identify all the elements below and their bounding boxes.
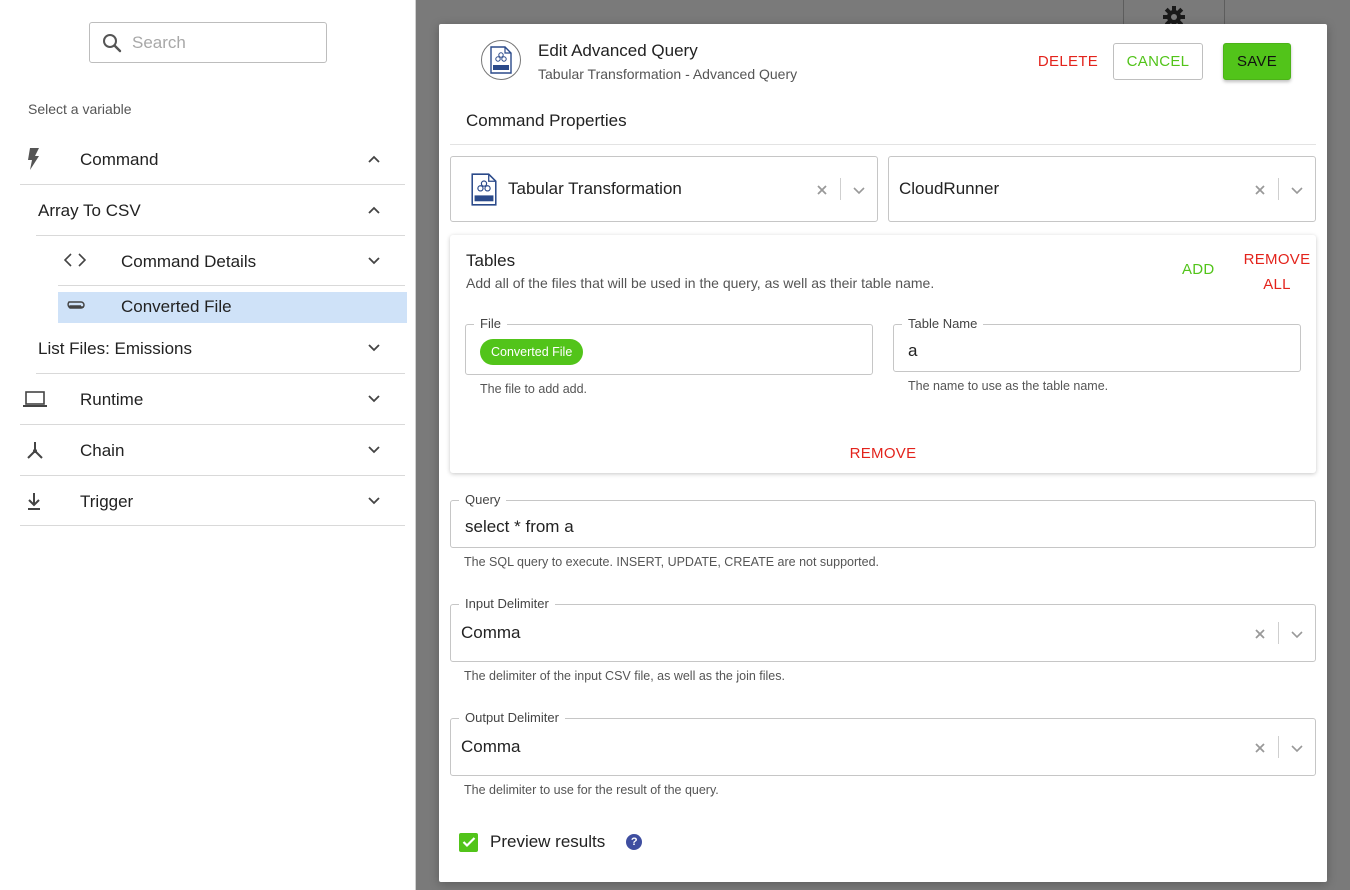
output-delimiter-select[interactable]: Output Delimiter Comma bbox=[450, 711, 1316, 776]
chevron-down-icon[interactable] bbox=[367, 443, 381, 457]
dialog-subtitle: Tabular Transformation - Advanced Query bbox=[538, 66, 798, 82]
chevron-down-icon[interactable] bbox=[851, 182, 867, 198]
close-icon[interactable] bbox=[1253, 183, 1267, 197]
lightning-icon bbox=[26, 148, 42, 170]
chain-icon bbox=[24, 440, 46, 460]
table-name-legend: Table Name bbox=[902, 317, 984, 331]
tables-title: Tables bbox=[466, 251, 516, 270]
command-select-value: Tabular Transformation bbox=[508, 179, 682, 198]
remove-all-button[interactable]: REMOVE ALL bbox=[1238, 247, 1316, 297]
runner-select[interactable]: CloudRunner bbox=[888, 156, 1316, 222]
chevron-down-icon[interactable] bbox=[367, 254, 381, 268]
select-variable-label: Select a variable bbox=[28, 101, 132, 117]
command-select[interactable]: Tabular Transformation bbox=[450, 156, 878, 222]
query-input[interactable]: select * from a bbox=[465, 517, 574, 537]
chevron-down-icon[interactable] bbox=[1289, 740, 1305, 756]
select-separator bbox=[1278, 622, 1279, 644]
query-legend: Query bbox=[459, 493, 507, 507]
input-delimiter-helper-text: The delimiter of the input CSV file, as … bbox=[464, 669, 785, 683]
converted-file-chip[interactable]: Converted File bbox=[480, 339, 584, 365]
tab-file-icon bbox=[481, 40, 521, 80]
remove-table-button[interactable]: REMOVE bbox=[830, 445, 936, 462]
sidebar-item-label: Trigger bbox=[80, 492, 134, 511]
add-table-button[interactable]: ADD bbox=[1182, 261, 1215, 278]
check-icon bbox=[462, 837, 475, 848]
search-input[interactable] bbox=[132, 32, 312, 53]
download-icon bbox=[24, 491, 44, 511]
tables-card: Tables Add all of the files that will be… bbox=[450, 235, 1316, 473]
output-delimiter-helper-text: The delimiter to use for the result of t… bbox=[464, 783, 719, 797]
sidebar-item-label: List Files: Emissions bbox=[38, 339, 192, 358]
chevron-down-icon[interactable] bbox=[1289, 626, 1305, 642]
search-box[interactable] bbox=[89, 22, 327, 63]
select-separator bbox=[840, 178, 841, 200]
edit-advanced-query-dialog: Edit Advanced Query Tabular Transformati… bbox=[439, 24, 1327, 882]
select-separator bbox=[1278, 736, 1279, 758]
delete-button[interactable]: DELETE bbox=[1019, 43, 1117, 80]
section-divider bbox=[450, 144, 1316, 145]
chevron-up-icon[interactable] bbox=[367, 152, 381, 166]
output-delimiter-legend: Output Delimiter bbox=[459, 711, 565, 725]
close-icon[interactable] bbox=[1253, 627, 1267, 641]
preview-results-label: Preview results bbox=[490, 832, 606, 851]
file-legend: File bbox=[474, 317, 507, 331]
sidebar-item-runtime[interactable]: Runtime bbox=[20, 374, 405, 425]
tables-description: Add all of the files that will be used i… bbox=[466, 275, 935, 291]
laptop-icon bbox=[22, 390, 48, 408]
input-delimiter-value: Comma bbox=[461, 623, 521, 642]
table-name-input[interactable]: a bbox=[908, 341, 917, 361]
variable-sidebar: Select a variable Command Array To CSV C… bbox=[0, 0, 416, 890]
sidebar-item-label: Command bbox=[80, 150, 159, 169]
search-icon bbox=[103, 33, 122, 52]
sidebar-item-label: Converted File bbox=[121, 297, 232, 316]
sidebar-item-command[interactable]: Command bbox=[20, 134, 405, 185]
sidebar-item-array-to-csv[interactable]: Array To CSV bbox=[36, 185, 405, 236]
sidebar-item-label: Command Details bbox=[121, 252, 257, 271]
sidebar-item-command-details[interactable]: Command Details bbox=[58, 236, 405, 286]
sidebar-item-label: Runtime bbox=[80, 390, 144, 409]
input-delimiter-select[interactable]: Input Delimiter Comma bbox=[450, 597, 1316, 662]
query-helper-text: The SQL query to execute. INSERT, UPDATE… bbox=[464, 555, 879, 569]
runner-select-value: CloudRunner bbox=[899, 179, 1000, 198]
sidebar-item-converted-file[interactable]: Converted File bbox=[58, 292, 407, 323]
save-button[interactable]: SAVE bbox=[1223, 43, 1291, 80]
close-icon[interactable] bbox=[1253, 741, 1267, 755]
chevron-down-icon[interactable] bbox=[367, 494, 381, 508]
sidebar-item-list-files-emissions[interactable]: List Files: Emissions bbox=[36, 323, 405, 374]
preview-results-checkbox[interactable] bbox=[459, 832, 478, 852]
dialog-title: Edit Advanced Query bbox=[538, 41, 698, 60]
table-name-field[interactable]: Table Name a bbox=[893, 317, 1301, 372]
chevron-down-icon[interactable] bbox=[1289, 182, 1305, 198]
close-icon[interactable] bbox=[815, 183, 829, 197]
sidebar-item-chain[interactable]: Chain bbox=[20, 425, 405, 476]
sidebar-item-label: Array To CSV bbox=[38, 201, 141, 220]
chevron-down-icon[interactable] bbox=[367, 392, 381, 406]
input-delimiter-legend: Input Delimiter bbox=[459, 597, 555, 611]
table-name-helper-text: The name to use as the table name. bbox=[908, 379, 1109, 393]
help-icon[interactable]: ? bbox=[626, 834, 643, 850]
select-separator bbox=[1278, 178, 1279, 200]
query-field[interactable]: Query select * from a bbox=[450, 493, 1316, 548]
paperclip-icon bbox=[64, 299, 86, 315]
preview-results-row: Preview results ? bbox=[459, 832, 643, 852]
chevron-down-icon[interactable] bbox=[367, 341, 381, 355]
code-icon bbox=[64, 251, 86, 269]
tab-file-icon bbox=[471, 173, 497, 211]
command-properties-heading: Command Properties bbox=[466, 111, 627, 130]
sidebar-item-trigger[interactable]: Trigger bbox=[20, 476, 405, 526]
file-helper-text: The file to add add. bbox=[480, 382, 588, 396]
output-delimiter-value: Comma bbox=[461, 737, 521, 756]
cancel-button[interactable]: CANCEL bbox=[1113, 43, 1203, 80]
file-field[interactable]: File Converted File bbox=[465, 317, 873, 375]
sidebar-item-label: Chain bbox=[80, 441, 125, 460]
chevron-up-icon[interactable] bbox=[367, 203, 381, 217]
